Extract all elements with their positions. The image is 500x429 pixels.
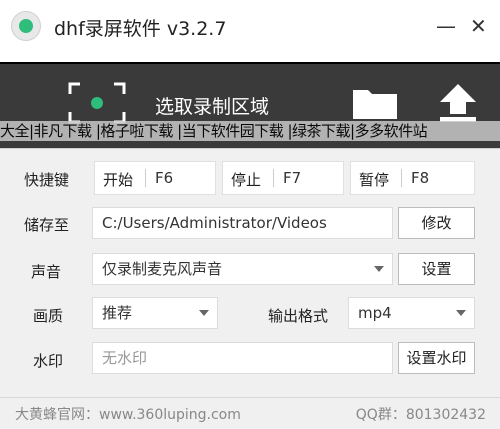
stop-hotkey-name: 停止: [231, 171, 262, 189]
official-site-link[interactable]: 大黄蜂官网：www.360luping.com: [15, 404, 241, 424]
minimize-button[interactable]: —: [436, 14, 456, 38]
watermark-settings-button[interactable]: 设置水印: [398, 342, 475, 374]
watermark-overlay-text: 大全|非凡下载 |格子啦下载 |当下软件园下载 |绿茶下载|多多软件站: [0, 121, 500, 141]
output-format-label: 输出格式: [268, 307, 329, 325]
folder-icon[interactable]: [352, 86, 398, 120]
window-title: dhf录屏软件 v3.2.7: [54, 18, 227, 40]
toolbar: 选取录制区域 大全|非凡下载 |格子啦下载 |当下软件园下载 |绿茶下载|多多软…: [0, 62, 500, 150]
app-logo-icon: [11, 11, 41, 41]
audio-source-value: 仅录制麦克风声音: [102, 260, 223, 278]
start-hotkey-key: F6: [155, 169, 174, 187]
settings-panel: 快捷键 开始 F6 停止 F7 暂停 F8 储存至 C:/Users/Admin…: [0, 148, 500, 398]
capture-region-icon[interactable]: [68, 82, 126, 124]
hotkey-divider: [401, 169, 402, 187]
pause-hotkey-name: 暂停: [359, 171, 390, 189]
footer: 大黄蜂官网：www.360luping.com QQ群：801302432: [0, 397, 500, 429]
audio-source-select[interactable]: 仅录制麦克风声音: [92, 253, 393, 285]
quality-select[interactable]: 推荐: [92, 297, 218, 329]
close-button[interactable]: ✕: [470, 14, 487, 38]
hotkeys-label: 快捷键: [24, 171, 70, 189]
hotkey-divider: [145, 169, 146, 187]
chevron-down-icon: [199, 310, 209, 316]
start-hotkey-field[interactable]: 开始 F6: [94, 161, 216, 195]
pause-hotkey-field[interactable]: 暂停 F8: [350, 161, 475, 195]
output-format-value: mp4: [358, 304, 392, 322]
change-path-button[interactable]: 修改: [398, 207, 475, 239]
qq-group-text: QQ群：801302432: [355, 407, 486, 423]
chevron-down-icon: [374, 266, 384, 272]
save-path-label: 储存至: [24, 216, 70, 234]
output-format-select[interactable]: mp4: [348, 297, 475, 329]
stop-hotkey-key: F7: [283, 169, 302, 187]
watermark-label: 水印: [33, 352, 64, 370]
pause-hotkey-key: F8: [411, 169, 430, 187]
hotkey-divider: [273, 169, 274, 187]
audio-settings-button[interactable]: 设置: [398, 253, 475, 285]
capture-region-label[interactable]: 选取录制区域: [155, 92, 269, 119]
quality-value: 推荐: [102, 304, 133, 322]
upload-icon[interactable]: [436, 80, 480, 124]
quality-label: 画质: [33, 307, 64, 325]
save-path-input[interactable]: C:/Users/Administrator/Videos: [92, 207, 393, 239]
stop-hotkey-field[interactable]: 停止 F7: [222, 161, 344, 195]
audio-label: 声音: [31, 263, 62, 281]
chevron-down-icon: [456, 310, 466, 316]
start-hotkey-name: 开始: [103, 171, 134, 189]
watermark-input[interactable]: 无水印: [92, 342, 393, 374]
title-bar: dhf录屏软件 v3.2.7 — ✕: [0, 0, 500, 62]
